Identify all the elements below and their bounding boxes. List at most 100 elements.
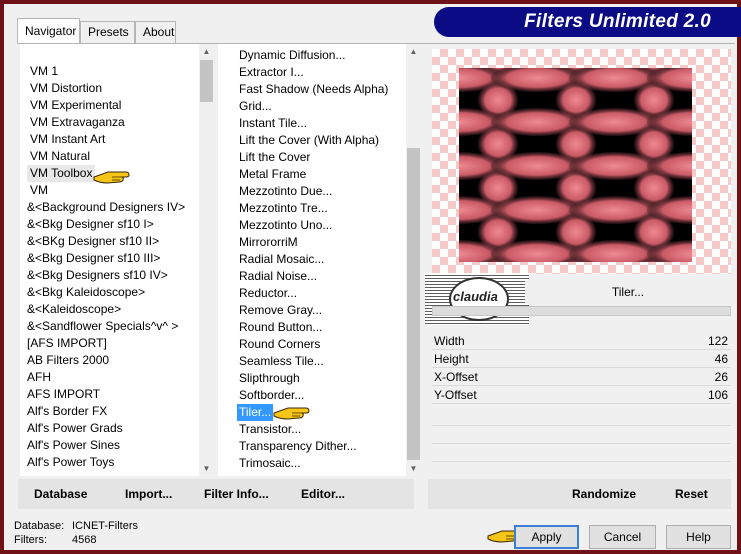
- filter-item[interactable]: Radial Mosaic...: [239, 251, 324, 268]
- filters-label: Filters:: [14, 534, 47, 546]
- filter-item[interactable]: Tiler...: [237, 404, 274, 421]
- category-item[interactable]: VM: [30, 182, 48, 199]
- category-item[interactable]: VM Distortion: [30, 80, 102, 97]
- category-list[interactable]: VM 1 VM Distortion VM Experimental VM Extra…: [20, 44, 214, 476]
- scroll-thumb[interactable]: [407, 148, 420, 460]
- parameter-toolbar: Randomize Reset: [428, 479, 731, 509]
- param-row[interactable]: Width 122: [432, 332, 731, 350]
- database-button[interactable]: Database: [34, 487, 87, 501]
- filter-item[interactable]: Slipthrough: [239, 370, 300, 387]
- scroll-down-arrow-icon[interactable]: ▼: [406, 461, 421, 476]
- category-item[interactable]: AB Filters 2000: [27, 352, 109, 369]
- scroll-up-arrow-icon[interactable]: ▲: [406, 44, 421, 59]
- preview-area: [432, 49, 731, 274]
- category-item[interactable]: Alf's Power Toys: [27, 454, 114, 471]
- category-item[interactable]: &<Kaleidoscope>: [27, 301, 121, 318]
- apply-button[interactable]: Apply: [514, 525, 579, 549]
- database-value: ICNET-Filters: [72, 520, 138, 532]
- tab-presets[interactable]: Presets: [80, 21, 135, 43]
- param-row[interactable]: Height 46: [432, 350, 731, 368]
- parameter-separator: [432, 306, 731, 316]
- filter-info-button[interactable]: Filter Info...: [204, 487, 269, 501]
- filter-item[interactable]: Grid...: [239, 98, 272, 115]
- filter-item[interactable]: Mezzotinto Uno...: [239, 217, 332, 234]
- cancel-button[interactable]: Cancel: [589, 525, 656, 549]
- category-item[interactable]: VM 1: [30, 63, 58, 80]
- category-item[interactable]: AFS IMPORT: [27, 386, 100, 403]
- category-item[interactable]: &<Bkg Designers sf10 IV>: [27, 267, 168, 284]
- category-item[interactable]: VM Experimental: [30, 97, 121, 114]
- param-label: Height: [434, 352, 469, 366]
- filter-item[interactable]: Transparency Dither...: [239, 438, 357, 455]
- help-button[interactable]: Help: [666, 525, 731, 549]
- param-label: Y-Offset: [434, 388, 477, 402]
- category-item[interactable]: VM Instant Art: [30, 131, 105, 148]
- category-item[interactable]: VM Natural: [30, 148, 90, 165]
- filter-item[interactable]: Round Corners: [239, 336, 320, 353]
- scroll-down-arrow-icon[interactable]: ▼: [199, 461, 214, 476]
- param-value: 122: [707, 334, 728, 348]
- database-label: Database:: [14, 520, 65, 532]
- claudia-watermark: claudia: [425, 273, 529, 325]
- category-item[interactable]: &<Bkg Designer sf10 I>: [27, 216, 154, 233]
- title-banner: Filters Unlimited 2.0: [434, 7, 741, 37]
- category-item[interactable]: &<Background Designers IV>: [27, 199, 185, 216]
- scroll-thumb[interactable]: [200, 60, 213, 102]
- preview-image: [459, 68, 692, 262]
- filter-item[interactable]: Instant Tile...: [239, 115, 307, 132]
- filter-item[interactable]: Lift the Cover (With Alpha): [239, 132, 379, 149]
- category-item[interactable]: &<Bkg Designer sf10 III>: [27, 250, 160, 267]
- randomize-button[interactable]: Randomize: [572, 487, 636, 501]
- filter-item[interactable]: Radial Noise...: [239, 268, 317, 285]
- category-item[interactable]: Alf's Power Sines: [27, 437, 120, 454]
- filter-item[interactable]: Remove Gray...: [239, 302, 322, 319]
- category-item[interactable]: &<BKg Designer sf10 II>: [27, 233, 159, 250]
- filter-name-label: Tiler...: [525, 280, 731, 304]
- category-scrollbar[interactable]: ▲ ▼: [199, 44, 214, 476]
- filter-item[interactable]: MirrororriM: [239, 234, 298, 251]
- param-row[interactable]: X-Offset 26: [432, 368, 731, 386]
- param-label: X-Offset: [434, 370, 478, 384]
- param-value: 106: [707, 388, 728, 402]
- filter-item[interactable]: Metal Frame: [239, 166, 306, 183]
- filter-list[interactable]: Dynamic Diffusion... Extractor I... Fast S…: [218, 44, 421, 476]
- filter-scrollbar[interactable]: ▲ ▼: [406, 44, 421, 476]
- filter-item[interactable]: Lift the Cover: [239, 149, 310, 166]
- param-row[interactable]: Y-Offset 106: [432, 386, 731, 404]
- filter-item[interactable]: Trimosaic...: [239, 455, 301, 472]
- filter-item[interactable]: Round Button...: [239, 319, 322, 336]
- filter-item[interactable]: Seamless Tile...: [239, 353, 324, 370]
- filter-item[interactable]: Softborder...: [239, 387, 304, 404]
- pointing-hand-icon: [93, 171, 130, 184]
- category-item[interactable]: [AFS IMPORT]: [27, 335, 107, 352]
- param-value: 26: [714, 370, 728, 384]
- tab-navigator[interactable]: Navigator: [17, 18, 80, 44]
- filter-item[interactable]: Transistor...: [239, 421, 301, 438]
- tiled-pattern: [459, 68, 692, 262]
- category-item[interactable]: Alf's Border FX: [27, 403, 107, 420]
- param-label: Width: [434, 334, 465, 348]
- editor-button[interactable]: Editor...: [301, 487, 345, 501]
- filter-item[interactable]: Reductor...: [239, 285, 297, 302]
- filters-unlimited-window: Filters Unlimited 2.0 Navigator Presets …: [4, 4, 741, 550]
- category-item[interactable]: AFH: [27, 369, 51, 386]
- filter-item[interactable]: Mezzotinto Due...: [239, 183, 332, 200]
- filter-item[interactable]: Extractor I...: [239, 64, 304, 81]
- category-item[interactable]: VM Extravaganza: [30, 114, 125, 131]
- tab-about[interactable]: About: [135, 21, 176, 43]
- filter-item[interactable]: Dynamic Diffusion...: [239, 47, 345, 64]
- scroll-up-arrow-icon[interactable]: ▲: [199, 44, 214, 59]
- reset-button[interactable]: Reset: [675, 487, 708, 501]
- import-button[interactable]: Import...: [125, 487, 172, 501]
- param-value: 46: [714, 352, 728, 366]
- database-toolbar: Database Import... Filter Info... Editor…: [18, 479, 414, 509]
- watermark-text: claudia: [453, 289, 498, 304]
- filter-item[interactable]: Mezzotinto Tre...: [239, 200, 328, 217]
- filters-count: 4568: [72, 534, 97, 546]
- category-item[interactable]: VM Toolbox: [27, 165, 96, 182]
- category-item[interactable]: Alf's Power Grads: [27, 420, 123, 437]
- filter-item[interactable]: Fast Shadow (Needs Alpha): [239, 81, 388, 98]
- category-item[interactable]: &<Sandflower Specials^v^ >: [27, 318, 178, 335]
- category-item[interactable]: &<Bkg Kaleidoscope>: [27, 284, 145, 301]
- app-title: Filters Unlimited 2.0: [524, 11, 711, 32]
